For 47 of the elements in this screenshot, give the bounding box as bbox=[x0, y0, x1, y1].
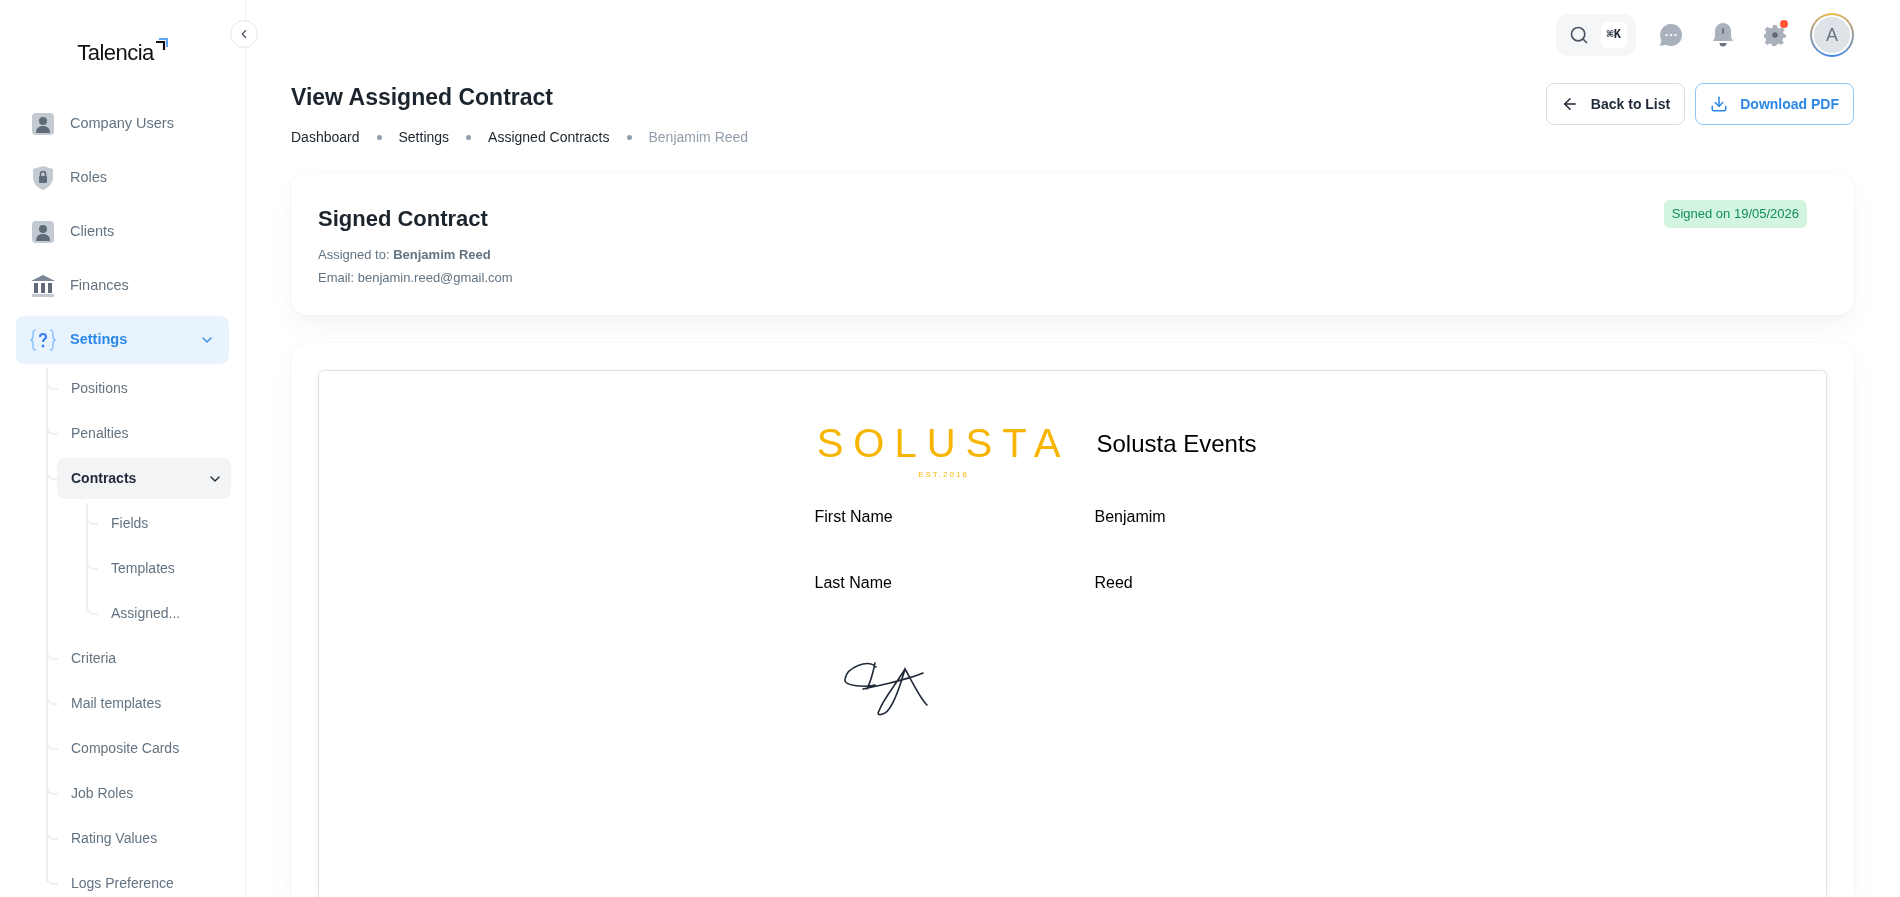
braces-question-icon bbox=[30, 329, 56, 351]
back-to-list-button[interactable]: Back to List bbox=[1545, 83, 1686, 125]
shortcut-key: ⌘K bbox=[1600, 22, 1627, 48]
bank-icon bbox=[31, 275, 55, 297]
breadcrumb-separator bbox=[466, 135, 472, 140]
page-title: View Assigned Contract bbox=[291, 83, 554, 112]
field-label: Last Name bbox=[813, 573, 893, 593]
sidebar-item[interactable]: Assigned... bbox=[98, 593, 231, 634]
search-icon bbox=[1568, 25, 1589, 45]
breadcrumb-link[interactable]: Assigned Contracts bbox=[488, 127, 610, 148]
shield-lock-icon bbox=[32, 166, 54, 190]
solusta-logo: SOLUSTA EST.2016 bbox=[815, 423, 1072, 481]
sidebar-item[interactable]: Composite Cards bbox=[57, 728, 231, 769]
sidebar-item[interactable]: Penalties bbox=[57, 413, 231, 454]
sidebar-item[interactable]: Roles bbox=[16, 154, 229, 202]
avatar[interactable]: A bbox=[1810, 13, 1854, 57]
sidebar-item[interactable]: Clients bbox=[16, 208, 229, 256]
sidebar-item[interactable]: Criteria bbox=[57, 638, 231, 679]
signed-status-badge: Signed on 19/05/2026 bbox=[1663, 200, 1807, 228]
download-pdf-button[interactable]: Download PDF bbox=[1695, 83, 1854, 125]
sidebar-item[interactable]: Company Users bbox=[16, 100, 229, 148]
sidebar-item[interactable]: Rating Values bbox=[57, 818, 231, 859]
sidebar-item[interactable]: Job Roles bbox=[57, 773, 231, 814]
breadcrumb-separator bbox=[626, 135, 632, 140]
user-icon bbox=[32, 113, 54, 135]
field-value: Benjamim bbox=[1094, 507, 1166, 527]
sidebar-item[interactable]: Templates bbox=[98, 548, 231, 589]
search-button[interactable]: ⌘K bbox=[1555, 14, 1636, 56]
breadcrumb-link[interactable]: Settings bbox=[398, 127, 450, 148]
download-icon bbox=[1710, 95, 1729, 113]
company-name: Solusta Events bbox=[1096, 429, 1257, 459]
breadcrumb-link[interactable]: Dashboard bbox=[291, 127, 360, 148]
field-value: Reed bbox=[1094, 573, 1133, 593]
sidebar-item[interactable]: Logs Preference bbox=[57, 863, 231, 897]
sidebar-item[interactable]: Fields bbox=[98, 503, 231, 544]
assigned-to-text: Assigned to: Benjamim Reed bbox=[318, 246, 492, 264]
email-text: Email: benjamin.reed@gmail.com bbox=[318, 268, 513, 287]
talencia-logo: Talencia bbox=[77, 35, 168, 69]
breadcrumb-separator bbox=[376, 135, 382, 140]
card-title: Signed Contract bbox=[318, 205, 489, 233]
sidebar-item[interactable]: Mail templates bbox=[57, 683, 231, 724]
user-icon bbox=[32, 221, 54, 243]
field-label: First Name bbox=[813, 507, 894, 527]
sidebar-item[interactable]: Positions bbox=[57, 368, 231, 409]
sidebar-item[interactable]: Contracts bbox=[57, 458, 231, 499]
sidebar-item[interactable]: Finances bbox=[16, 262, 229, 310]
sidebar-item[interactable]: Settings bbox=[16, 316, 229, 364]
